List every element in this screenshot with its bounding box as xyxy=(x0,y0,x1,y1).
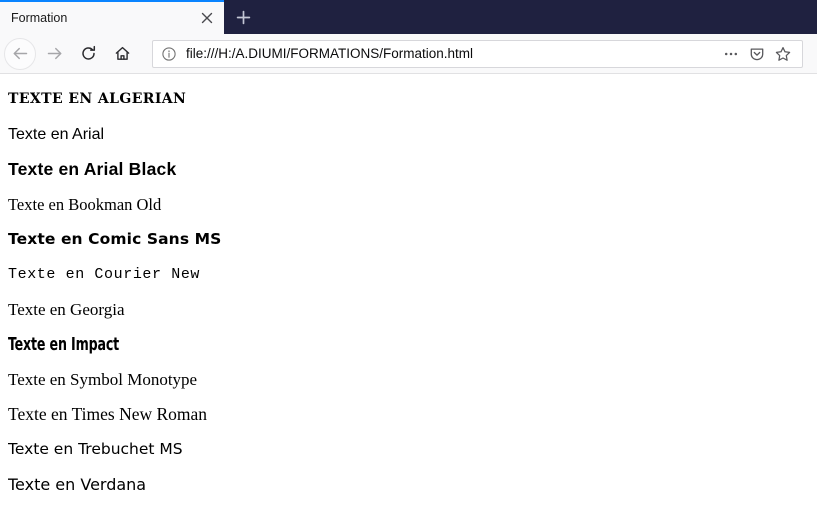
font-sample-trebuchet-ms: Texte en Trebuchet MS xyxy=(8,440,183,458)
browser-window: Formation file:///H:/A.DIUMI/FORMATIONS/… xyxy=(0,0,817,529)
font-sample-symbol-monotype: Texte en Symbol Monotype xyxy=(8,370,198,389)
font-sample-times-new-roman: Texte en Times New Roman xyxy=(8,404,208,424)
new-tab-button[interactable] xyxy=(224,0,262,34)
tab-title: Formation xyxy=(11,11,68,25)
home-icon xyxy=(114,45,131,62)
info-circle-icon[interactable] xyxy=(159,44,179,64)
font-sample-arial: Texte en Arial xyxy=(8,126,105,143)
font-sample-algerian: Texte en Algerian xyxy=(8,91,187,107)
font-sample-comic-sans-ms: Texte en Comic Sans MS xyxy=(8,230,222,248)
back-button[interactable] xyxy=(4,37,36,70)
navigation-toolbar: file:///H:/A.DIUMI/FORMATIONS/Formation.… xyxy=(0,34,817,74)
tab-strip: Formation xyxy=(0,0,817,34)
forward-arrow-icon xyxy=(46,45,63,62)
font-sample-verdana: Texte en Verdana xyxy=(8,475,147,494)
font-sample-impact: Texte en Impact xyxy=(8,334,120,355)
forward-button[interactable] xyxy=(38,38,70,70)
reload-button[interactable] xyxy=(72,38,104,70)
font-sample-georgia: Texte en Georgia xyxy=(8,300,125,319)
back-arrow-icon xyxy=(12,45,29,62)
url-text[interactable]: file:///H:/A.DIUMI/FORMATIONS/Formation.… xyxy=(186,47,718,61)
page-content: Texte en Algerian Texte en Arial Texte e… xyxy=(0,74,817,529)
close-icon[interactable] xyxy=(194,5,220,31)
reload-icon xyxy=(80,45,97,62)
home-button[interactable] xyxy=(106,38,138,70)
address-bar-actions xyxy=(718,42,796,66)
font-sample-bookman-old: Texte en Bookman Old xyxy=(8,195,162,214)
pocket-icon[interactable] xyxy=(744,42,770,66)
star-icon[interactable] xyxy=(770,42,796,66)
font-sample-courier-new: Texte en Courier New xyxy=(8,266,201,283)
address-bar[interactable]: file:///H:/A.DIUMI/FORMATIONS/Formation.… xyxy=(152,39,803,68)
tab-formation[interactable]: Formation xyxy=(0,0,224,34)
font-sample-arial-black: Texte en Arial Black xyxy=(8,159,177,179)
ellipsis-icon[interactable] xyxy=(718,42,744,66)
